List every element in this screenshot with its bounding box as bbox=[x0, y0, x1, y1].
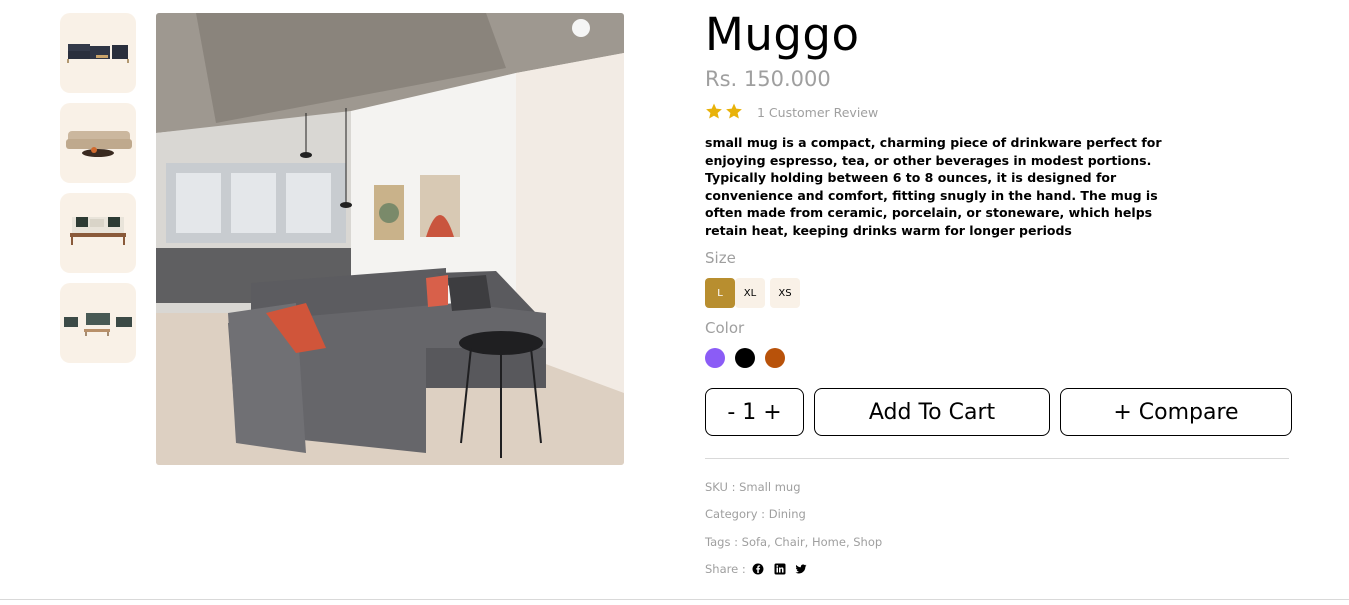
size-option-xl[interactable]: XL bbox=[735, 278, 765, 308]
review-count-link[interactable]: 1 Customer Review bbox=[757, 105, 878, 120]
sku-text: SKU : Small mug bbox=[705, 480, 801, 494]
add-to-cart-button[interactable]: Add To Cart bbox=[814, 388, 1050, 436]
footer-divider bbox=[0, 599, 1349, 600]
product-title: Muggo bbox=[705, 8, 860, 61]
patio-set-thumbnail-icon bbox=[64, 313, 132, 336]
product-price: Rs. 150.000 bbox=[705, 67, 831, 91]
living-room-sofa-image bbox=[156, 13, 624, 465]
color-swatch-black[interactable] bbox=[735, 348, 755, 368]
main-product-image bbox=[156, 13, 624, 465]
share-label: Share : bbox=[705, 562, 746, 576]
thumbnail-4[interactable] bbox=[60, 283, 136, 363]
thumbnail-1[interactable] bbox=[60, 13, 136, 93]
rating-stars bbox=[705, 102, 743, 120]
tags-text: Tags : Sofa, Chair, Home, Shop bbox=[705, 535, 883, 549]
twitter-icon[interactable] bbox=[795, 563, 807, 575]
beige-sofa-thumbnail-icon bbox=[66, 131, 132, 157]
sofa-set-thumbnail-icon bbox=[67, 44, 129, 63]
size-option-l[interactable]: L bbox=[705, 278, 735, 308]
product-description: small mug is a compact, charming piece o… bbox=[705, 135, 1162, 238]
divider bbox=[705, 458, 1289, 459]
color-label: Color bbox=[705, 319, 745, 337]
size-option-xs[interactable]: XS bbox=[770, 278, 800, 308]
thumbnail-3[interactable] bbox=[60, 193, 136, 273]
compare-button[interactable]: + Compare bbox=[1060, 388, 1292, 436]
linkedin-icon[interactable] bbox=[774, 563, 786, 575]
facebook-icon[interactable] bbox=[752, 563, 764, 575]
bench-sofa-thumbnail-icon bbox=[70, 217, 126, 245]
quantity-stepper[interactable]: - 1 + bbox=[705, 388, 804, 436]
star-icon bbox=[706, 103, 722, 119]
star-icon bbox=[726, 103, 742, 119]
color-swatch-brown[interactable] bbox=[765, 348, 785, 368]
size-label: Size bbox=[705, 249, 736, 267]
color-swatch-purple[interactable] bbox=[705, 348, 725, 368]
thumbnail-2[interactable] bbox=[60, 103, 136, 183]
category-text: Category : Dining bbox=[705, 507, 806, 521]
